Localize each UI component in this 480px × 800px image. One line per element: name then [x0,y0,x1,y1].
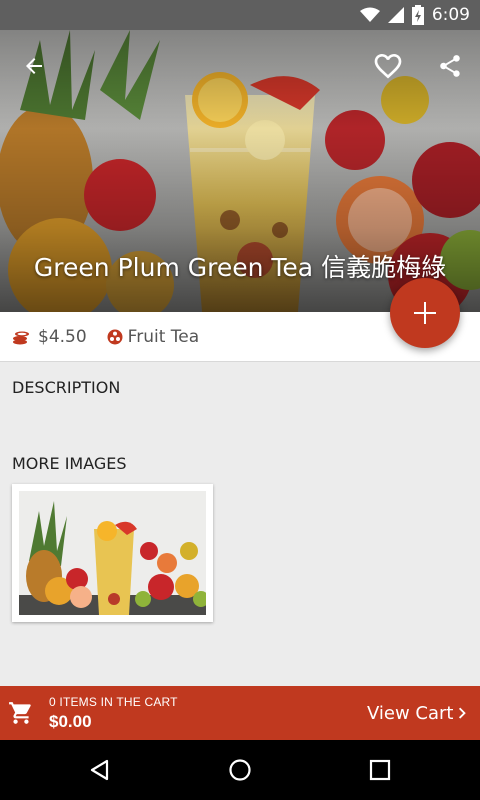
nav-recents-button[interactable] [360,752,400,788]
fruit-icon [107,329,123,345]
more-images-heading: MORE IMAGES [12,454,127,473]
share-icon [440,55,460,77]
product-hero: Green Plum Green Tea 信義脆梅綠 [0,30,480,312]
circle-home-icon [229,759,251,781]
nav-back-button[interactable] [80,752,120,788]
product-price: $4.50 [38,326,87,347]
cart-item-count: 0 ITEMS IN THE CART [49,695,178,709]
heart-outline-icon [374,54,402,79]
cart-bar: 0 ITEMS IN THE CART $0.00 View Cart [0,686,480,740]
product-title: Green Plum Green Tea 信義脆梅綠 [33,253,447,282]
back-button[interactable] [14,46,54,86]
battery-icon [411,5,424,25]
product-thumbnail[interactable] [12,484,213,622]
shopping-cart-icon [9,702,31,724]
cell-signal-icon [387,7,404,23]
square-recents-icon [369,759,391,781]
cart-total: $0.00 [49,712,92,731]
thumbnail-image [19,491,206,615]
status-bar: 6:09 [0,0,480,30]
plus-icon [414,302,436,324]
description-heading: DESCRIPTION [12,378,121,397]
nav-home-button[interactable] [220,752,260,788]
triangle-back-icon [90,759,109,781]
coins-icon [12,329,30,345]
view-cart-label: View Cart [367,702,454,724]
share-button[interactable] [430,46,470,86]
add-to-cart-button[interactable] [390,278,460,348]
view-cart-button[interactable]: View Cart [362,686,480,740]
product-category: Fruit Tea [127,326,200,347]
arrow-back-icon [26,58,42,74]
chevron-right-icon [458,707,466,719]
system-nav-bar [0,740,480,800]
favorite-button[interactable] [368,46,408,86]
status-time: 6:09 [431,5,470,25]
wifi-icon [359,7,380,22]
